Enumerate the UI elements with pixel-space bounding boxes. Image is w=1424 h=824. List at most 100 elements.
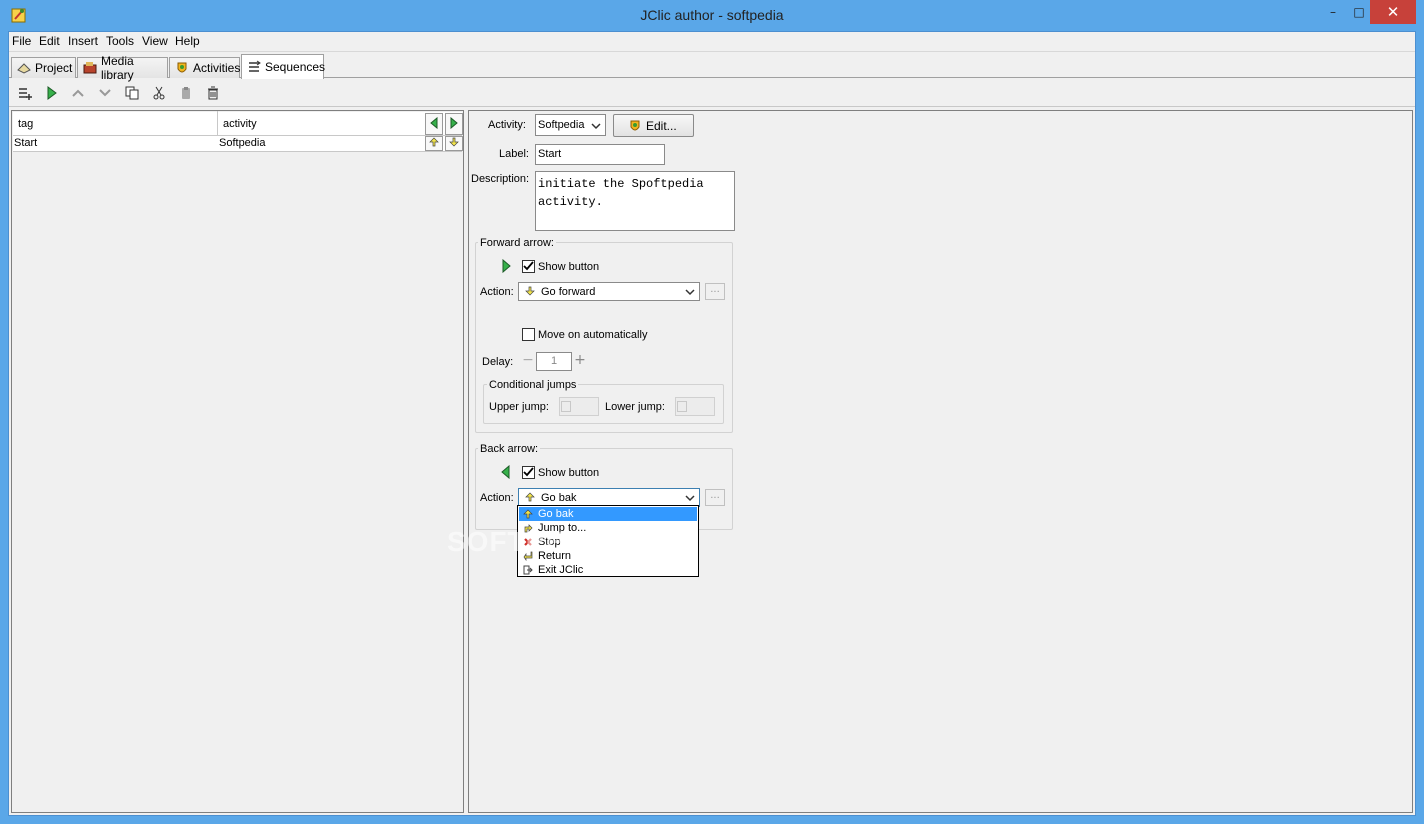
sequence-table-panel: tag activity Start Softpedia — [11, 110, 464, 813]
dropdown-option-go-back[interactable]: Go bak — [519, 507, 697, 521]
activities-icon — [175, 61, 189, 75]
arrow-up-icon — [525, 492, 537, 504]
tab-project[interactable]: Project — [11, 57, 76, 78]
copy-icon — [125, 86, 139, 103]
menu-view[interactable]: View — [142, 34, 168, 48]
delete-button[interactable] — [203, 84, 223, 104]
edit-activity-button[interactable]: Edit... — [613, 114, 694, 137]
close-button[interactable]: ✕ — [1370, 0, 1416, 24]
conditional-jumps-title: Conditional jumps — [487, 379, 579, 391]
project-icon — [17, 61, 31, 75]
activity-label: Activity: — [488, 119, 526, 131]
scroll-left-button[interactable] — [425, 113, 443, 135]
delay-decrease-button[interactable]: − — [521, 352, 535, 370]
back-show-button-checkbox[interactable] — [522, 466, 535, 479]
lower-jump-label: Lower jump: — [605, 401, 665, 413]
move-up-button[interactable] — [68, 84, 88, 104]
cut-button[interactable] — [149, 84, 169, 104]
upper-jump-input[interactable] — [559, 397, 599, 416]
row-activity-cell[interactable]: Softpedia — [219, 137, 265, 149]
forward-action-more-button[interactable]: ... — [705, 283, 725, 300]
forward-action-label: Action: — [480, 286, 514, 298]
new-sequence-icon — [17, 85, 33, 104]
chevron-down-icon — [683, 285, 697, 299]
new-sequence-button[interactable] — [15, 84, 35, 104]
client-area: File Edit Insert Tools View Help Project… — [8, 31, 1416, 816]
minus-icon: − — [522, 352, 534, 368]
checkmark-icon — [523, 466, 534, 480]
menu-bar: File Edit Insert Tools View Help — [9, 32, 1415, 52]
minimize-icon: – — [1330, 5, 1336, 19]
menu-file[interactable]: File — [12, 34, 31, 48]
title-bar[interactable]: JClic author - softpedia – □ ✕ — [0, 0, 1424, 31]
row-move-up-button[interactable] — [425, 136, 443, 151]
sequence-details-panel: Activity: Softpedia Edit... Label: Start… — [468, 110, 1413, 813]
back-show-button-label: Show button — [538, 467, 600, 479]
chevron-down-icon — [683, 491, 697, 505]
dropdown-option-exit-jclic[interactable]: Exit JClic — [519, 563, 697, 577]
lower-jump-checkbox[interactable] — [677, 401, 687, 412]
exit-icon — [522, 564, 534, 576]
back-arrow-title: Back arrow: — [478, 443, 541, 455]
activity-select[interactable]: Softpedia — [535, 114, 606, 136]
menu-edit[interactable]: Edit — [39, 34, 60, 48]
table-header: tag activity — [13, 112, 463, 136]
delete-icon — [206, 86, 220, 103]
forward-action-select[interactable]: Go forward — [518, 282, 700, 301]
table-row[interactable]: Start Softpedia — [13, 136, 463, 152]
move-up-icon — [71, 86, 85, 103]
softpedia-watermark: SOFTPEDIA — [447, 526, 617, 557]
copy-button[interactable] — [122, 84, 142, 104]
tab-media-library[interactable]: Media library — [77, 54, 168, 82]
tab-activities[interactable]: Activities — [169, 57, 240, 78]
label-input[interactable]: Start — [535, 144, 665, 165]
forward-show-button-label: Show button — [538, 261, 600, 273]
arrow-right-icon — [449, 116, 459, 132]
menu-tools[interactable]: Tools — [106, 34, 134, 48]
column-header-activity[interactable]: activity — [223, 118, 257, 130]
move-on-automatically-label: Move on automatically — [538, 329, 648, 341]
window-title: JClic author - softpedia — [640, 7, 784, 23]
back-arrow-icon — [501, 464, 511, 482]
arrow-down-icon — [449, 137, 459, 150]
forward-arrow-title: Forward arrow: — [478, 237, 556, 249]
row-tag-cell[interactable]: Start — [14, 137, 37, 149]
play-icon — [45, 85, 59, 103]
chevron-down-icon — [589, 119, 603, 133]
maximize-icon: □ — [1353, 5, 1365, 19]
media-library-icon — [83, 61, 97, 75]
play-button[interactable] — [42, 84, 62, 104]
forward-arrow-icon — [501, 258, 511, 276]
arrow-up-icon — [429, 137, 439, 150]
arrow-up-icon — [522, 508, 534, 520]
back-action-more-button[interactable]: ... — [705, 489, 725, 506]
application-window: JClic author - softpedia – □ ✕ File Edit… — [0, 0, 1424, 824]
paste-icon — [179, 86, 193, 103]
menu-help[interactable]: Help — [175, 34, 200, 48]
row-move-down-button[interactable] — [445, 136, 463, 151]
lower-jump-input[interactable] — [675, 397, 715, 416]
forward-show-button-checkbox[interactable] — [522, 260, 535, 273]
move-on-automatically-checkbox[interactable] — [522, 328, 535, 341]
sequence-toolbar — [9, 81, 1415, 107]
delay-label: Delay: — [482, 356, 514, 368]
scroll-right-button[interactable] — [445, 113, 463, 135]
description-textarea[interactable]: initiate the Spoftpedia activity. — [535, 171, 735, 231]
delay-input[interactable]: 1 — [536, 352, 572, 371]
label-label: Label: — [499, 148, 529, 160]
cut-icon — [152, 86, 166, 103]
column-header-tag[interactable]: tag — [18, 118, 33, 130]
back-action-label: Action: — [480, 492, 514, 504]
arrow-down-icon — [525, 286, 537, 298]
plus-icon: + — [574, 352, 586, 368]
description-label: Description: — [471, 173, 530, 185]
delay-increase-button[interactable]: + — [573, 352, 587, 370]
upper-jump-label: Upper jump: — [489, 401, 549, 413]
paste-button[interactable] — [176, 84, 196, 104]
upper-jump-checkbox[interactable] — [561, 401, 571, 412]
menu-insert[interactable]: Insert — [68, 34, 98, 48]
checkmark-icon — [523, 260, 534, 274]
move-down-button[interactable] — [95, 84, 115, 104]
arrow-left-icon — [429, 116, 439, 132]
tab-sequences[interactable]: Sequences — [241, 54, 325, 79]
